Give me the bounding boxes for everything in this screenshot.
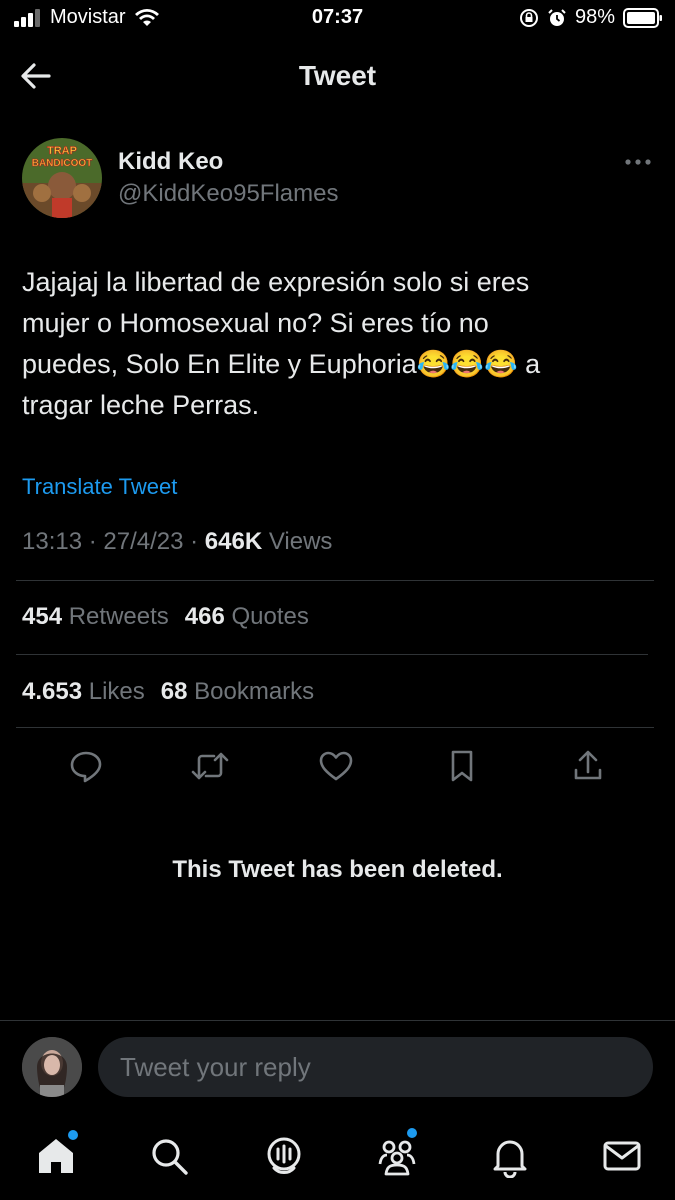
retweet-button[interactable] [190, 746, 230, 786]
divider [16, 654, 648, 655]
home-notification-dot [68, 1130, 78, 1140]
stats-row-shares: 454 Retweets 466 Quotes [22, 603, 309, 631]
bottom-tab-bar [0, 1112, 675, 1200]
spaces-icon [267, 1137, 301, 1174]
page-title-text: Tweet [298, 60, 377, 91]
reply-button[interactable] [66, 746, 106, 786]
tweet-time: 13:13 [22, 528, 83, 555]
bookmarks-label: Bookmarks [194, 678, 315, 705]
comment-icon [70, 751, 102, 783]
likes-label: Likes [88, 678, 145, 705]
communities-notification-dot [407, 1128, 417, 1138]
likes-count: 4.653 [22, 678, 83, 705]
author-display-name[interactable]: Kidd Keo [118, 148, 223, 176]
stats-row-engagement: 4.653 Likes 68 Bookmarks [22, 678, 314, 706]
heart-icon [319, 751, 353, 781]
mail-icon [603, 1141, 641, 1171]
like-button[interactable] [316, 746, 356, 786]
tweet-date: 27/4/23 [103, 528, 184, 555]
reply-composer [0, 1020, 675, 1112]
author-handle[interactable]: @KiddKeo95Flames [118, 180, 338, 208]
search-icon [152, 1139, 188, 1175]
status-right: 98% [519, 6, 663, 29]
translate-tweet-link[interactable]: Translate Tweet [22, 474, 177, 500]
more-options-button[interactable] [620, 150, 656, 174]
bookmarks-count: 68 [160, 678, 188, 705]
user-avatar[interactable] [22, 1037, 82, 1097]
tab-notifications[interactable] [486, 1132, 534, 1180]
views-label: Views [268, 528, 333, 555]
avatar-image: TRAP BANDICOOT [22, 138, 102, 218]
home-icon [39, 1139, 73, 1173]
top-navigation: Tweet [0, 36, 675, 116]
share-button[interactable] [568, 746, 608, 786]
tweet-actions [0, 746, 675, 790]
tweet-meta: 13:13 · 27/4/23 · 646K Views [22, 528, 333, 555]
retweet-icon [191, 752, 229, 780]
tab-communities[interactable] [373, 1128, 421, 1180]
avatar-text-1: TRAP [47, 145, 77, 157]
divider [16, 580, 654, 581]
retweets-count: 454 [22, 603, 63, 630]
likes-stat[interactable]: 4.653 Likes [22, 678, 145, 706]
tab-messages[interactable] [598, 1132, 646, 1180]
bookmarks-stat[interactable]: 68 Bookmarks [161, 678, 314, 706]
user-avatar-image [22, 1037, 82, 1097]
more-horizontal-icon [625, 159, 651, 165]
page-title: Tweet [0, 60, 675, 92]
bell-icon [493, 1140, 527, 1178]
tweet-text: Jajajaj la libertad de expresión solo si… [22, 267, 541, 420]
quotes-stat[interactable]: 466 Quotes [185, 603, 309, 631]
reply-input[interactable] [98, 1037, 653, 1097]
tab-spaces[interactable] [260, 1132, 308, 1180]
status-bar: Movistar 07:37 98% [0, 0, 675, 36]
views-count: 646K [204, 528, 263, 555]
battery-icon [623, 7, 662, 28]
share-icon [574, 750, 602, 780]
divider [16, 727, 654, 728]
tab-search[interactable] [145, 1132, 193, 1180]
tab-home[interactable] [32, 1130, 80, 1180]
retweets-label: Retweets [68, 603, 169, 630]
battery-percentage: 98% [574, 6, 615, 28]
communities-icon [378, 1140, 416, 1176]
quotes-label: Quotes [231, 603, 309, 630]
bookmark-button[interactable] [442, 746, 482, 786]
retweets-stat[interactable]: 454 Retweets [22, 603, 169, 631]
alarm-icon [548, 8, 566, 26]
quotes-count: 466 [184, 603, 225, 630]
orientation-lock-icon [519, 8, 538, 27]
bookmark-icon [451, 750, 473, 782]
author-avatar[interactable]: TRAP BANDICOOT [22, 138, 102, 218]
avatar-text-2: BANDICOOT [32, 158, 93, 169]
deleted-tweet-notice: This Tweet has been deleted. [172, 856, 503, 883]
